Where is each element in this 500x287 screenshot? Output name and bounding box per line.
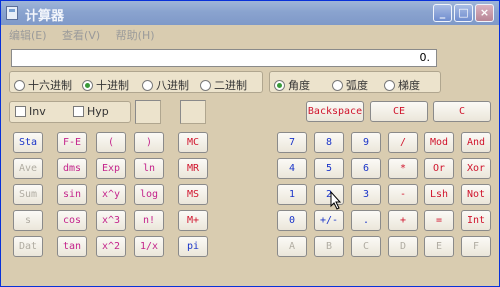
angle-unit-group: 角度 弧度 梯度: [269, 71, 441, 93]
memory-button[interactable]: MS: [178, 184, 208, 205]
keypad-button[interactable]: 1: [277, 184, 307, 205]
radio-bin[interactable]: 二进制: [200, 77, 247, 93]
function-button[interactable]: x^y: [96, 184, 126, 205]
keypad-button[interactable]: E: [424, 236, 454, 257]
calculator-window: 计算器 _ □ × 编辑(E) 查看(V) 帮助(H) 0. 十六进制 十进制 …: [0, 0, 500, 287]
menu-view[interactable]: 查看(V): [62, 29, 100, 42]
keypad-button[interactable]: Int: [461, 210, 491, 231]
stat-button[interactable]: Sum: [13, 184, 43, 205]
keypad-button[interactable]: Xor: [461, 158, 491, 179]
radio-dot: [200, 80, 211, 91]
function-button[interactable]: n!: [134, 210, 164, 231]
keypad-button[interactable]: 8: [314, 132, 344, 153]
function-button[interactable]: log: [134, 184, 164, 205]
radio-radians[interactable]: 弧度: [332, 77, 368, 93]
close-button[interactable]: ×: [475, 4, 494, 22]
keypad-button[interactable]: F: [461, 236, 491, 257]
mouse-cursor-icon: [330, 191, 342, 210]
window-title: 计算器: [25, 9, 65, 24]
maximize-button[interactable]: □: [454, 4, 473, 22]
keypad-button[interactable]: D: [388, 236, 418, 257]
function-button[interactable]: ln: [134, 158, 164, 179]
clear-entry-button[interactable]: CE: [370, 101, 428, 122]
backspace-button[interactable]: Backspace: [306, 101, 364, 122]
keypad-button[interactable]: 4: [277, 158, 307, 179]
function-button[interactable]: x^2: [96, 236, 126, 257]
parenthesis-indicator: [180, 100, 206, 124]
radio-dot: [14, 80, 25, 91]
keypad-button[interactable]: And: [461, 132, 491, 153]
title-bar[interactable]: 计算器 _ □ ×: [1, 1, 499, 25]
clear-button[interactable]: C: [433, 101, 491, 122]
keypad-button[interactable]: 7: [277, 132, 307, 153]
radio-dot: [82, 80, 93, 91]
number-base-group: 十六进制 十进制 八进制 二进制: [9, 71, 263, 93]
memory-button[interactable]: MR: [178, 158, 208, 179]
menu-edit[interactable]: 编辑(E): [9, 29, 47, 42]
keypad-button[interactable]: /: [388, 132, 418, 153]
result-display: 0.: [11, 49, 437, 67]
minimize-button[interactable]: _: [433, 4, 452, 22]
keypad-button[interactable]: +: [388, 210, 418, 231]
radio-hex[interactable]: 十六进制: [14, 77, 72, 93]
function-button[interactable]: F-E: [57, 132, 87, 153]
checkbox-box: [15, 106, 26, 117]
radio-dot: [332, 80, 343, 91]
stat-button[interactable]: Ave: [13, 158, 43, 179]
radio-dot: [142, 80, 153, 91]
keypad-button[interactable]: *: [388, 158, 418, 179]
hyp-checkbox[interactable]: Hyp: [73, 105, 109, 118]
stat-button[interactable]: s: [13, 210, 43, 231]
function-button[interactable]: 1/x: [134, 236, 164, 257]
memory-button[interactable]: pi: [178, 236, 208, 257]
function-button[interactable]: Exp: [96, 158, 126, 179]
keypad-button[interactable]: .: [351, 210, 381, 231]
keypad-button[interactable]: Not: [461, 184, 491, 205]
memory-indicator: [135, 100, 161, 124]
function-button[interactable]: tan: [57, 236, 87, 257]
keypad-button[interactable]: =: [424, 210, 454, 231]
checkbox-box: [73, 106, 84, 117]
keypad-button[interactable]: 0: [277, 210, 307, 231]
keypad-button[interactable]: 3: [351, 184, 381, 205]
stat-button[interactable]: Sta: [13, 132, 43, 153]
radio-dot: [384, 80, 395, 91]
menu-help[interactable]: 帮助(H): [116, 29, 155, 42]
function-button[interactable]: x^3: [96, 210, 126, 231]
keypad-button[interactable]: Lsh: [424, 184, 454, 205]
radio-dot: [274, 80, 285, 91]
stat-button[interactable]: Dat: [13, 236, 43, 257]
radio-grads[interactable]: 梯度: [384, 77, 420, 93]
keypad-button[interactable]: 9: [351, 132, 381, 153]
inv-checkbox[interactable]: Inv: [15, 105, 46, 118]
keypad-button[interactable]: Or: [424, 158, 454, 179]
keypad-button[interactable]: +/-: [314, 210, 344, 231]
function-button[interactable]: (: [96, 132, 126, 153]
keypad-button[interactable]: A: [277, 236, 307, 257]
menu-bar: 编辑(E) 查看(V) 帮助(H): [3, 27, 161, 45]
memory-button[interactable]: MC: [178, 132, 208, 153]
radio-dec[interactable]: 十进制: [82, 77, 129, 93]
keypad-button[interactable]: 6: [351, 158, 381, 179]
keypad-button[interactable]: C: [351, 236, 381, 257]
keypad-button[interactable]: 5: [314, 158, 344, 179]
radio-degrees[interactable]: 角度: [274, 77, 310, 93]
keypad-button[interactable]: -: [388, 184, 418, 205]
function-button[interactable]: dms: [57, 158, 87, 179]
function-button[interactable]: ): [134, 132, 164, 153]
radio-oct[interactable]: 八进制: [142, 77, 189, 93]
function-button[interactable]: sin: [57, 184, 87, 205]
function-button[interactable]: cos: [57, 210, 87, 231]
keypad-button[interactable]: B: [314, 236, 344, 257]
memory-button[interactable]: M+: [178, 210, 208, 231]
keypad-button[interactable]: Mod: [424, 132, 454, 153]
calculator-icon: [6, 6, 18, 20]
